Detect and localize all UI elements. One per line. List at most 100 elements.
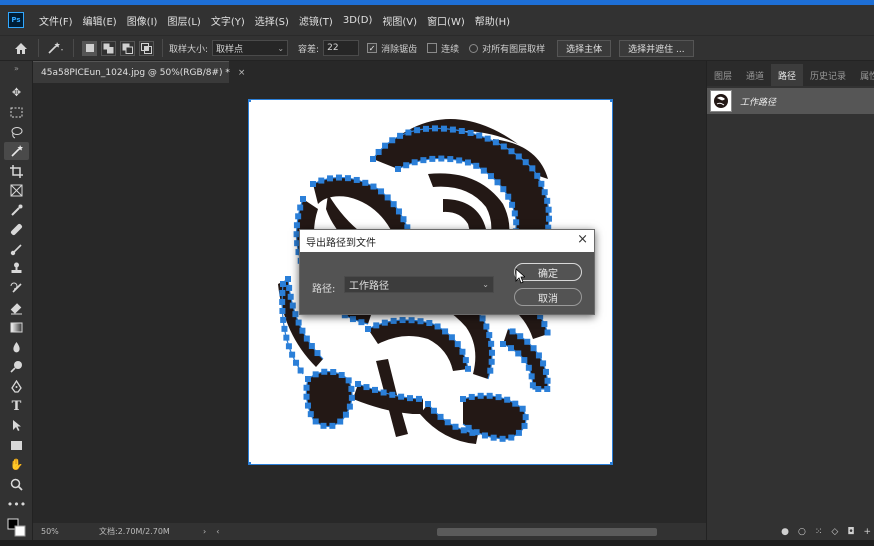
path-anchor-point[interactable] [297,204,304,211]
type-tool-icon[interactable]: T [4,397,29,415]
menu-file[interactable]: 文件(F) [34,13,78,28]
path-anchor-point[interactable] [447,156,454,163]
path-anchor-point[interactable] [488,358,495,365]
path-anchor-point[interactable] [499,435,506,442]
path-anchor-point[interactable] [279,307,286,314]
path-anchor-point[interactable] [318,177,325,184]
menu-edit[interactable]: 编辑(E) [78,13,122,28]
path-anchor-point[interactable] [370,156,376,162]
home-icon[interactable] [10,37,32,59]
path-anchor-point[interactable] [525,364,532,371]
path-anchor-point[interactable] [488,340,495,347]
brush-tool-icon[interactable] [4,240,29,258]
eyedropper-tool-icon[interactable] [4,201,29,219]
path-anchor-point[interactable] [481,432,488,439]
path-anchor-point[interactable] [434,323,441,330]
path-anchor-point[interactable] [289,351,296,358]
healing-brush-tool-icon[interactable] [4,220,29,238]
path-anchor-point[interactable] [508,148,515,155]
path-anchor-point[interactable] [287,293,294,300]
path-anchor-point[interactable] [492,139,499,146]
path-anchor-point[interactable] [303,335,310,342]
path-anchor-point[interactable] [365,326,371,332]
path-anchor-point[interactable] [541,189,548,196]
path-anchor-point[interactable] [477,392,484,399]
move-tool-icon[interactable]: ✥ [4,83,29,101]
path-anchor-point[interactable] [464,365,471,372]
path-anchor-point[interactable] [280,316,287,323]
path-anchor-point[interactable] [521,422,528,429]
path-anchor-point[interactable] [338,372,345,379]
path-anchor-point[interactable] [519,405,526,412]
path-anchor-point[interactable] [314,350,321,357]
path-anchor-point[interactable] [460,396,466,402]
menu-filter[interactable]: 滤镜(T) [294,13,338,28]
path-anchor-point[interactable] [405,129,412,136]
path-anchor-point[interactable] [511,210,518,217]
path-anchor-point[interactable] [449,126,456,133]
path-anchor-point[interactable] [517,333,524,340]
select-subject-button[interactable]: 选择主体 [557,39,612,57]
path-anchor-point[interactable] [389,391,396,398]
menu-help[interactable]: 帮助(H) [470,13,515,28]
menu-type[interactable]: 文字(Y) [206,13,250,28]
path-selection-tool-icon[interactable] [4,416,29,434]
lasso-tool-icon[interactable] [4,123,29,141]
path-anchor-point[interactable] [454,341,461,348]
path-anchor-point[interactable] [495,394,502,401]
path-anchor-point[interactable] [283,334,290,341]
path-anchor-point[interactable] [281,325,288,332]
path-anchor-point[interactable] [330,369,337,376]
path-anchor-point[interactable] [490,434,497,441]
marquee-tool-icon[interactable] [4,103,29,121]
document-tab[interactable]: 45a58PICEun_1024.jpg @ 50%(RGB/8#) * × [33,61,245,83]
path-anchor-point[interactable] [390,317,397,324]
path-anchor-point[interactable] [355,381,361,387]
path-anchor-point[interactable] [307,411,314,418]
path-anchor-point[interactable] [349,316,356,323]
path-anchor-point[interactable] [484,135,491,142]
path-anchor-point[interactable] [480,167,487,174]
path-anchor-point[interactable] [358,319,365,326]
path-anchor-point[interactable] [444,419,451,426]
path-anchor-point[interactable] [303,393,310,400]
path-anchor-point[interactable] [414,127,421,134]
path-anchor-point[interactable] [384,194,391,201]
path-anchor-point[interactable] [487,173,494,180]
path-anchor-point[interactable] [299,327,306,334]
path-anchor-point[interactable] [398,393,405,400]
path-anchor-point[interactable] [297,367,304,374]
path-anchor-point[interactable] [415,395,422,402]
path-anchor-point[interactable] [373,322,380,329]
path-anchor-point[interactable] [538,180,545,187]
path-anchor-point[interactable] [312,371,319,378]
path-anchor-point[interactable] [528,373,535,380]
history-brush-tool-icon[interactable] [4,279,29,297]
path-anchor-point[interactable] [378,188,385,195]
path-anchor-point[interactable] [513,219,520,226]
path-anchor-point[interactable] [473,162,480,169]
path-anchor-point[interactable] [403,162,410,169]
path-anchor-point[interactable] [479,315,486,322]
rectangle-tool-icon[interactable] [4,436,29,454]
path-anchor-point[interactable] [545,206,552,213]
path-anchor-point[interactable] [285,343,292,350]
frame-tool-icon[interactable] [4,181,29,199]
scroll-left-icon[interactable]: ‹ [216,527,219,536]
gradient-tool-icon[interactable] [4,318,29,336]
close-icon[interactable]: × [577,233,588,247]
path-anchor-point[interactable] [279,289,286,296]
sample-all-layers-checkbox[interactable] [469,43,479,53]
cancel-button[interactable]: 取消 [514,288,582,306]
path-anchor-point[interactable] [370,183,377,190]
path-anchor-point[interactable] [486,392,493,399]
path-anchor-point[interactable] [515,429,522,436]
path-anchor-point[interactable] [545,215,552,222]
path-anchor-point[interactable] [534,172,541,179]
blur-tool-icon[interactable] [4,338,29,356]
path-anchor-point[interactable] [289,302,296,309]
color-swatches-icon[interactable] [4,516,29,540]
path-anchor-point[interactable] [467,129,474,136]
path-anchor-point[interactable] [321,368,328,375]
path-anchor-point[interactable] [469,429,476,436]
